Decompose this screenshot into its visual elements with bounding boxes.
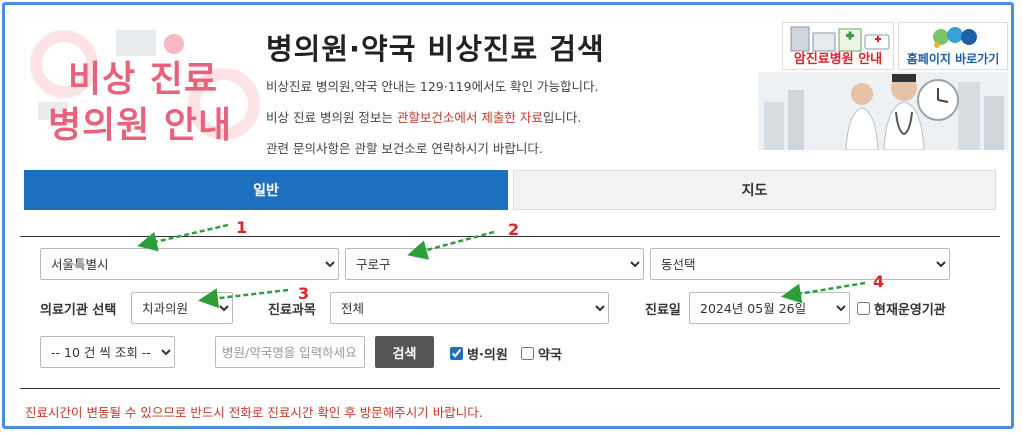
annotation-arrow-3 <box>198 288 289 309</box>
annotation-label-2: 2 <box>508 220 520 239</box>
annotation-label-3: 3 <box>298 284 310 303</box>
annotation-arrow-1 <box>137 223 229 252</box>
annotation-arrow-4 <box>781 281 866 304</box>
annotation-label-1: 1 <box>236 218 248 237</box>
annotation-arrows <box>137 223 866 309</box>
annotation-label-4: 4 <box>873 272 885 291</box>
annotation-arrow-2 <box>407 230 495 260</box>
